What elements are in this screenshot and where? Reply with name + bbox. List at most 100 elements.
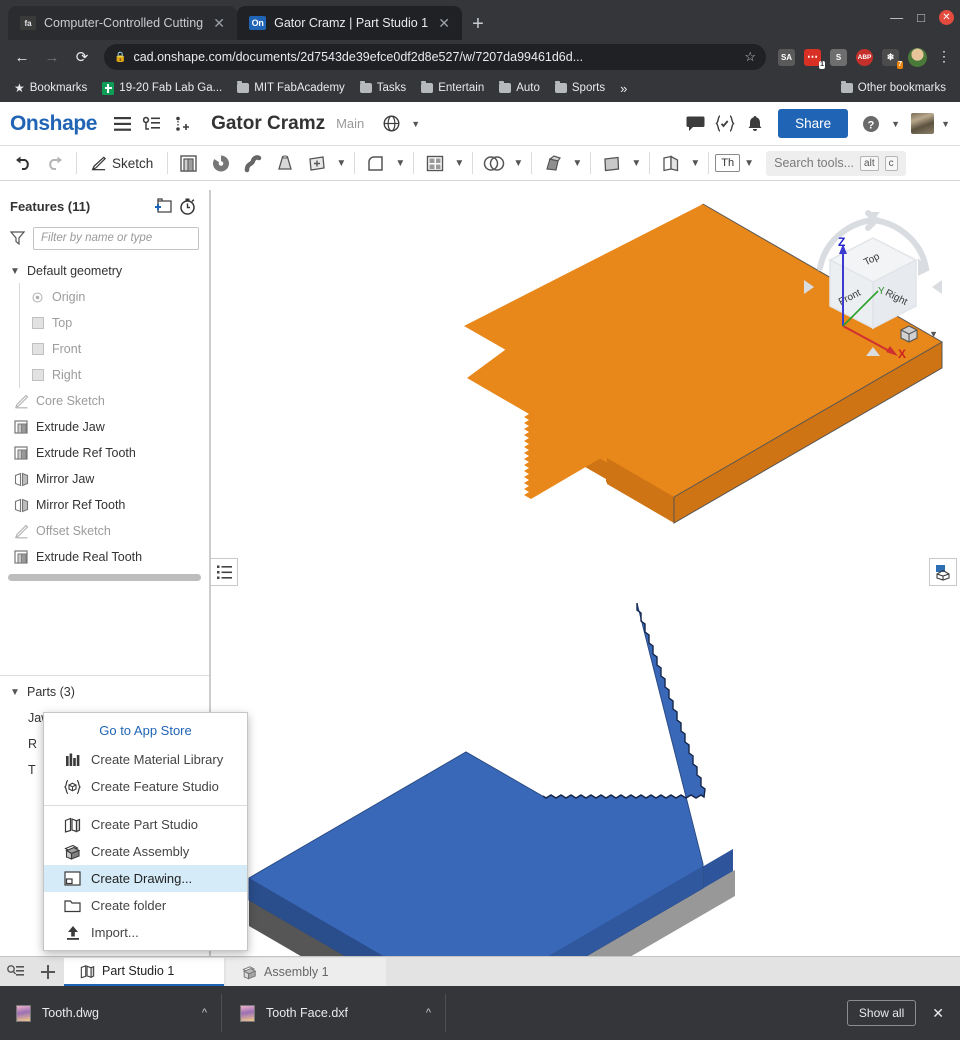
loft-tool[interactable] [270, 149, 300, 177]
chevron-down-icon[interactable]: ▼ [452, 158, 466, 169]
tree-item-extrude-jaw[interactable]: Extrude Jaw [0, 414, 209, 440]
new-tab-button[interactable]: + [472, 14, 484, 34]
browser-tab-1[interactable]: fa Computer-Controlled Cutting ✕ [8, 6, 238, 40]
create-material-library-item[interactable]: Create Material Library [44, 746, 247, 773]
chevron-down-icon[interactable]: ▼ [929, 329, 938, 339]
chrome-menu-icon[interactable]: ⋮ [936, 49, 952, 63]
add-branch-icon[interactable] [169, 111, 195, 137]
comment-icon[interactable] [682, 111, 708, 137]
minimize-icon[interactable]: — [890, 11, 903, 24]
red-extension-icon[interactable]: ⋯ 1 [804, 48, 825, 69]
tree-item-origin[interactable]: Origin [0, 283, 209, 310]
s-extension-icon[interactable]: S [830, 48, 847, 66]
search-tools-box[interactable]: Search tools... alt c [766, 150, 906, 176]
help-question-icon[interactable]: ? [858, 111, 884, 137]
redo-arrow-icon[interactable] [40, 149, 70, 177]
bookmark-item[interactable]: MIT FabAcademy [231, 79, 351, 97]
chevron-down-icon[interactable]: ▼ [511, 158, 525, 169]
bookmark-item[interactable]: Tasks [354, 79, 412, 97]
bookmark-item[interactable]: 19-20 Fab Lab Ga... [96, 79, 228, 98]
add-folder-icon[interactable] [151, 195, 175, 217]
download-item-1[interactable]: Tooth.dwg ^ [12, 994, 222, 1032]
tree-group-default-geometry[interactable]: ▼ Default geometry [0, 258, 209, 284]
other-bookmarks-button[interactable]: Other bookmarks [835, 79, 952, 97]
features-horizontal-scrollbar[interactable] [8, 574, 201, 581]
chevron-down-icon[interactable]: ▼ [411, 119, 420, 129]
browser-tab-2[interactable]: On Gator Cramz | Part Studio 1 ✕ [237, 6, 463, 40]
create-drawing-item[interactable]: Create Drawing... [44, 865, 247, 892]
create-assembly-item[interactable]: Create Assembly [44, 838, 247, 865]
chevron-down-icon[interactable]: ▼ [941, 119, 950, 129]
tab-assembly-1[interactable]: Assembly 1 [226, 958, 386, 986]
tab-part-studio-1[interactable]: Part Studio 1 [64, 958, 224, 986]
sweep-tool[interactable] [238, 149, 268, 177]
tree-item-mirror-jaw[interactable]: Mirror Jaw [0, 466, 209, 492]
notifications-bell-icon[interactable] [742, 111, 768, 137]
display-list-button[interactable] [211, 558, 238, 586]
hamburger-menu-icon[interactable] [109, 111, 135, 137]
import-item[interactable]: Import... [44, 919, 247, 946]
profile-avatar[interactable] [908, 47, 927, 67]
version-graph-icon[interactable] [139, 111, 165, 137]
forward-icon[interactable]: → [38, 43, 66, 71]
fillet-tool[interactable] [361, 149, 391, 177]
create-part-studio-item[interactable]: Create Part Studio [44, 811, 247, 838]
chevron-down-icon[interactable]: ▼ [891, 119, 900, 129]
tree-item-top[interactable]: Top [0, 309, 209, 336]
sheet-metal-tool[interactable] [656, 149, 686, 177]
linear-pattern-tool[interactable] [420, 149, 450, 177]
download-item-2[interactable]: Tooth Face.dxf ^ [236, 994, 446, 1032]
share-button[interactable]: Share [778, 109, 849, 138]
close-icon[interactable]: ✕ [932, 1005, 944, 1022]
shell-tool[interactable] [597, 149, 627, 177]
tree-item-core-sketch[interactable]: Core Sketch [0, 388, 209, 414]
undo-arrow-icon[interactable] [8, 149, 38, 177]
tree-item-extrude-real-tooth[interactable]: Extrude Real Tooth [0, 544, 209, 570]
render-mode-button[interactable] [929, 558, 957, 586]
chevron-down-icon[interactable]: ▼ [10, 266, 20, 277]
chevron-down-icon[interactable]: ▼ [742, 158, 756, 169]
create-feature-studio-item[interactable]: Create Feature Studio [44, 773, 247, 800]
tab-list-icon[interactable] [0, 957, 32, 986]
bookmark-item[interactable]: Auto [493, 79, 546, 97]
feature-timer-icon[interactable] [175, 195, 199, 217]
tree-item-extrude-ref-tooth[interactable]: Extrude Ref Tooth [0, 440, 209, 466]
chevron-down-icon[interactable]: ▼ [393, 158, 407, 169]
tree-item-right[interactable]: Right [0, 361, 209, 388]
chevron-down-icon[interactable]: ▼ [629, 158, 643, 169]
add-tab-icon[interactable] [32, 957, 64, 986]
3d-viewport[interactable]: Top Front Right Z X Y ▼ [210, 190, 960, 956]
filter-input[interactable]: Filter by name or type [33, 226, 199, 250]
back-icon[interactable]: ← [8, 43, 36, 71]
revolve-tool[interactable] [206, 149, 236, 177]
reload-icon[interactable]: ⟳ [68, 43, 96, 71]
plane-tool[interactable] [302, 149, 332, 177]
view-style-button[interactable]: ▼ [898, 324, 938, 344]
bookmark-item[interactable]: ★ Bookmarks [8, 78, 93, 98]
create-folder-item[interactable]: Create folder [44, 892, 247, 919]
close-icon[interactable]: ✕ [939, 10, 954, 25]
boolean-tool[interactable] [479, 149, 509, 177]
extrude-tool[interactable] [174, 149, 204, 177]
go-to-app-store-link[interactable]: Go to App Store [44, 717, 247, 746]
thickness-tool[interactable]: Th [715, 154, 741, 172]
honey-extension-icon[interactable]: ❄ 7 [882, 48, 903, 69]
onshape-logo[interactable]: Onshape [10, 112, 97, 136]
adblock-plus-icon[interactable]: ABP [856, 48, 873, 66]
tree-item-offset-sketch[interactable]: Offset Sketch [0, 518, 209, 544]
tab-close-icon[interactable]: ✕ [436, 16, 452, 30]
feature-script-icon[interactable] [712, 111, 738, 137]
chevron-down-icon[interactable]: ▼ [688, 158, 702, 169]
chevron-up-icon[interactable]: ^ [426, 1007, 431, 1019]
chevron-down-icon[interactable]: ▼ [10, 687, 20, 698]
bookmarks-overflow-icon[interactable]: » [614, 81, 633, 96]
bookmark-item[interactable]: Sports [549, 79, 611, 97]
show-all-downloads-button[interactable]: Show all [846, 1000, 917, 1026]
account-avatar-icon[interactable] [911, 113, 935, 134]
sketch-button[interactable]: Sketch [83, 156, 161, 171]
chevron-down-icon[interactable]: ▼ [570, 158, 584, 169]
bookmark-star-icon[interactable]: ☆ [744, 49, 756, 65]
address-bar[interactable]: 🔒 cad.onshape.com/documents/2d7543de39ef… [104, 44, 766, 70]
tree-item-mirror-ref-tooth[interactable]: Mirror Ref Tooth [0, 492, 209, 518]
chevron-down-icon[interactable]: ▼ [334, 158, 348, 169]
